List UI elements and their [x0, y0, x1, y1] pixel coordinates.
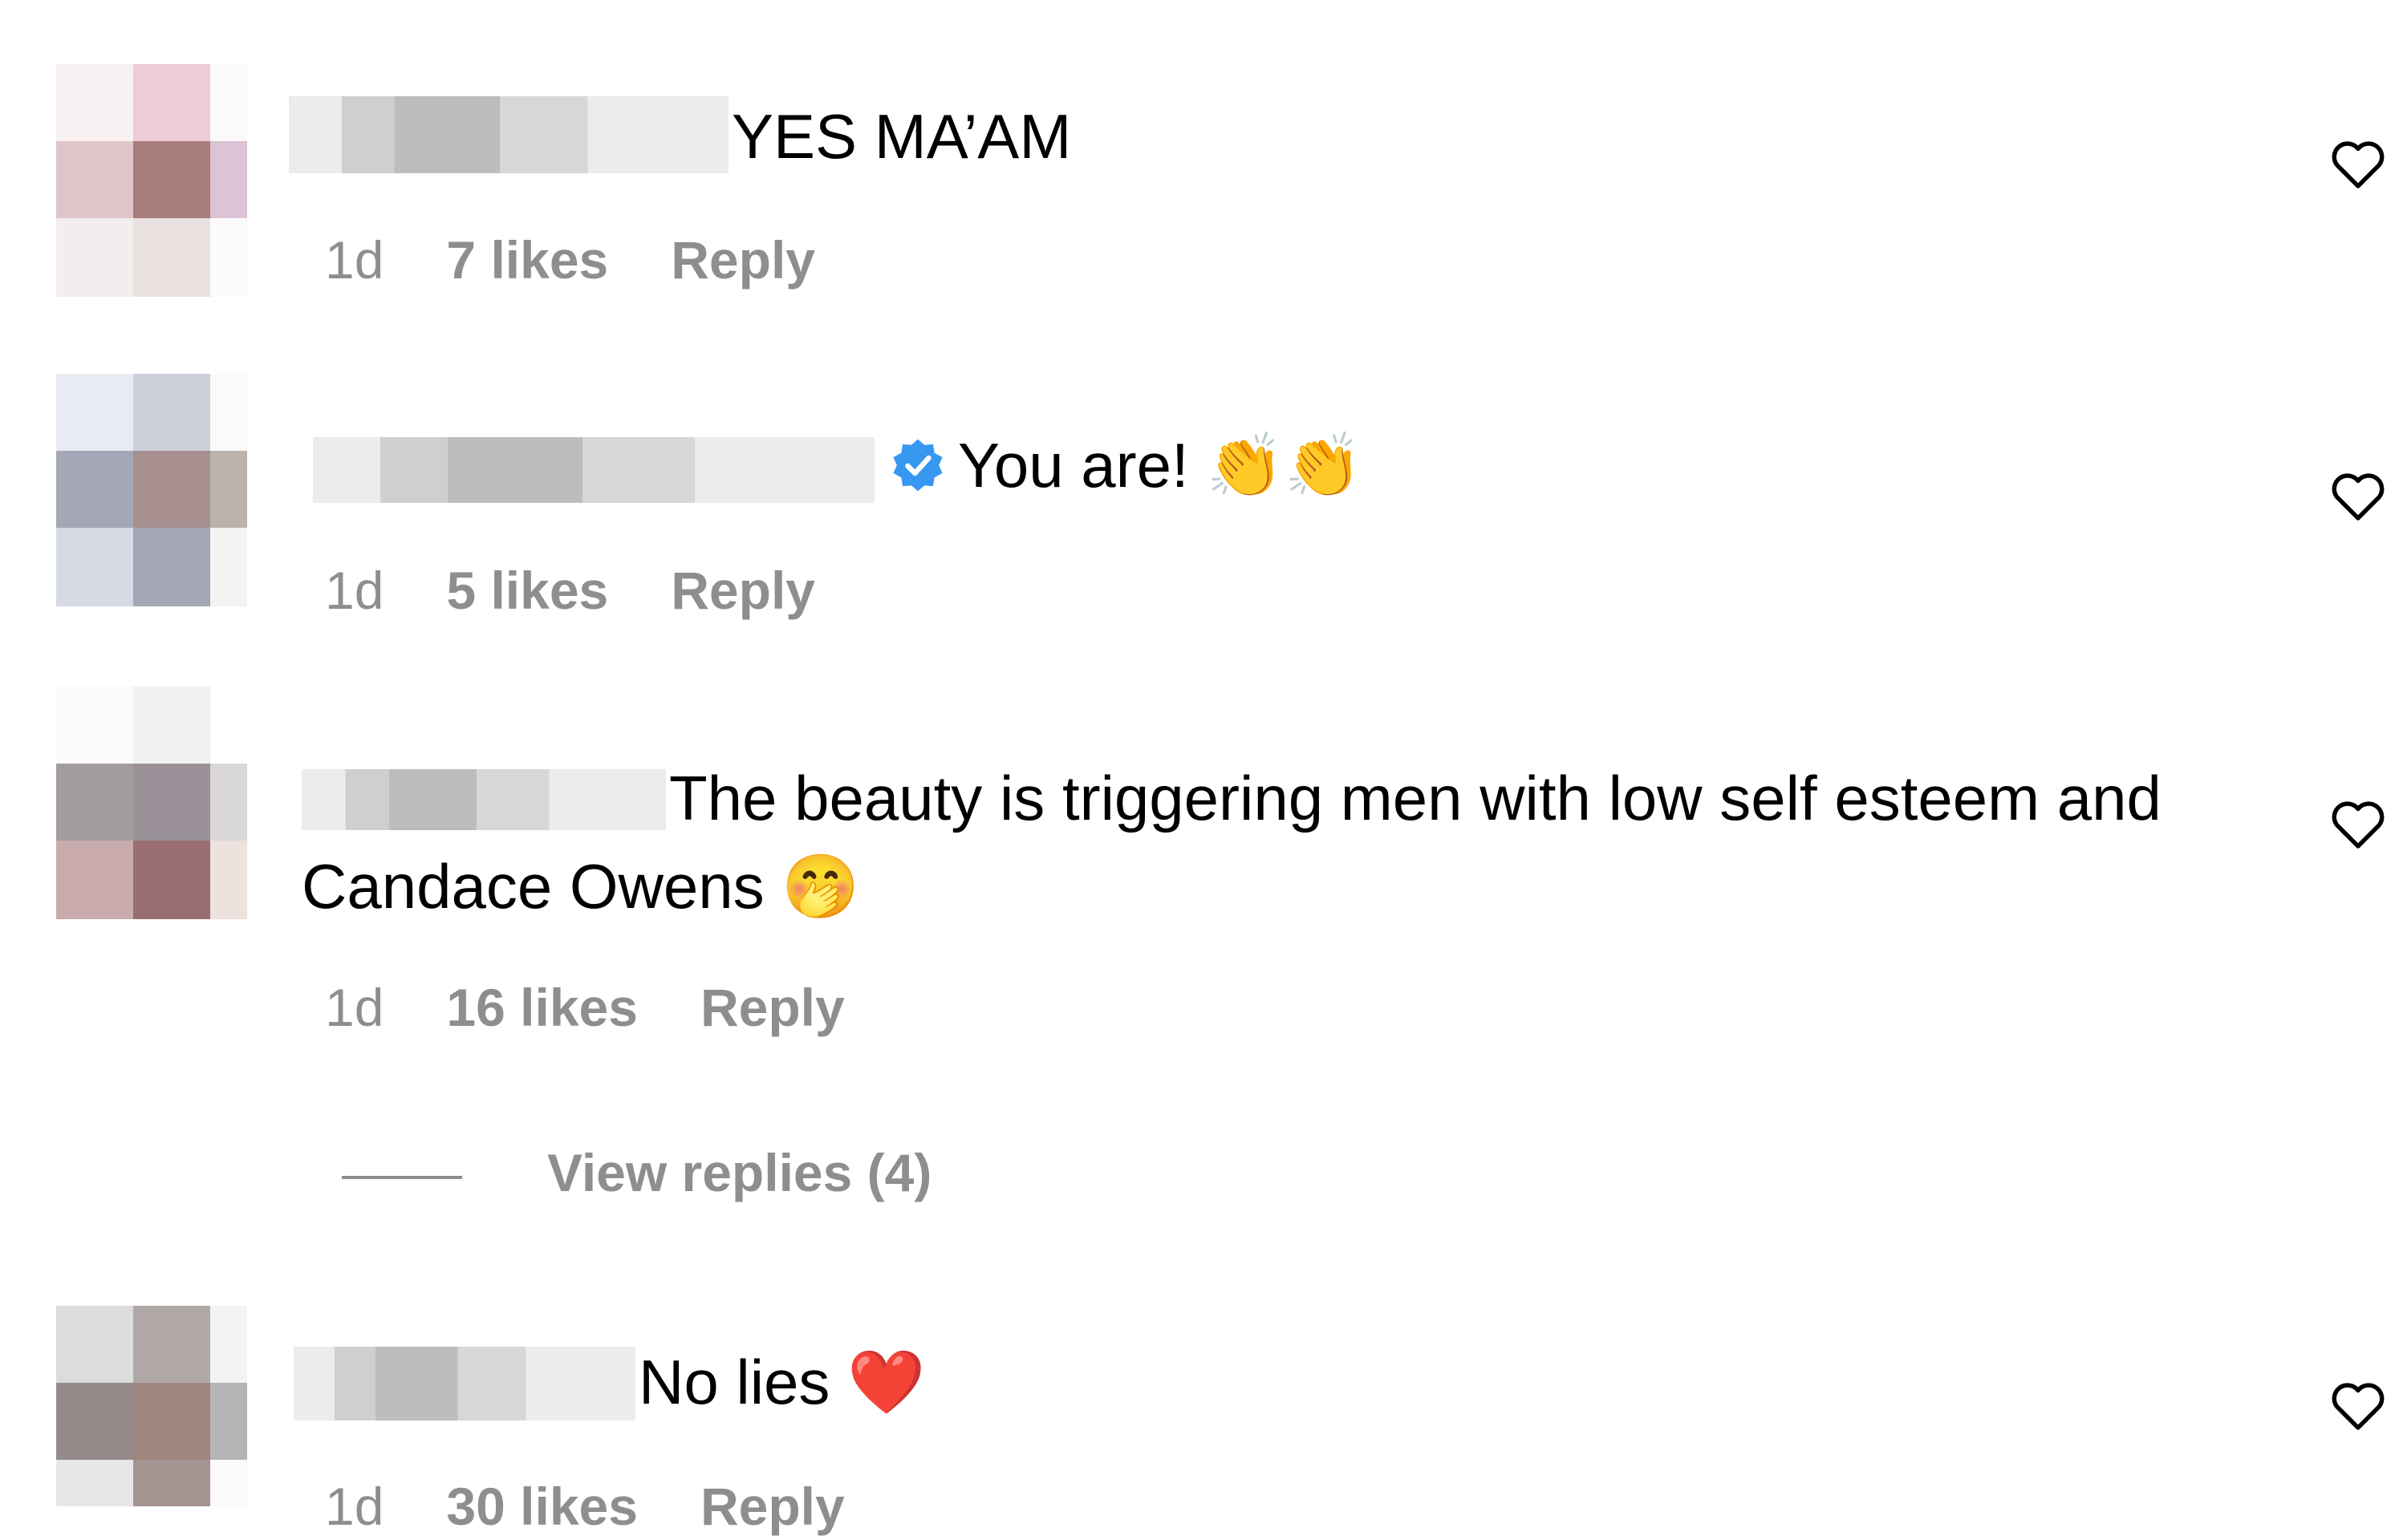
clapping-hands-emoji: 👏👏	[1206, 430, 1362, 501]
reply-button[interactable]: Reply	[671, 561, 815, 620]
avatar-pixel	[133, 64, 210, 141]
avatar-pixel	[56, 451, 133, 528]
reply-button[interactable]: Reply	[671, 230, 815, 290]
comment-body: YES MA’AM	[732, 101, 1072, 172]
hand-over-mouth-emoji: 🤭	[781, 851, 860, 922]
likes-count[interactable]: 30 likes	[446, 1477, 638, 1536]
comment-meta: 1d 7 likes Reply	[325, 228, 815, 292]
comment-time: 1d	[325, 230, 384, 290]
heart-outline-icon[interactable]	[2328, 138, 2388, 191]
likes-count[interactable]: 5 likes	[446, 561, 608, 620]
comment-meta: 1d 5 likes Reply	[325, 558, 815, 622]
red-heart-emoji: ❤️	[847, 1347, 926, 1418]
avatar-pixel	[210, 687, 247, 764]
comment-time: 1d	[325, 1477, 384, 1536]
avatar-pixel	[133, 764, 210, 841]
avatar-pixel	[210, 141, 247, 218]
blurred-username[interactable]	[289, 96, 729, 174]
avatar-pixel	[56, 218, 133, 297]
avatar-pixel	[210, 528, 247, 606]
avatar-pixel	[56, 687, 133, 764]
avatar-pixel	[210, 1460, 247, 1506]
avatar-pixel	[133, 451, 210, 528]
verified-badge-icon	[893, 439, 943, 492]
avatar-pixel	[56, 764, 133, 841]
comment-time: 1d	[325, 978, 384, 1037]
avatar-pixel	[56, 528, 133, 606]
avatar-pixel	[133, 687, 210, 764]
blurred-username[interactable]	[302, 769, 666, 831]
avatar-pixel	[210, 374, 247, 451]
blurred-username[interactable]	[313, 437, 875, 504]
avatar-pixel	[210, 764, 247, 841]
comment-body: No lies	[639, 1347, 830, 1417]
avatar-pixel	[56, 64, 133, 141]
heart-outline-icon[interactable]	[2328, 470, 2388, 523]
comment-body: You are!	[958, 430, 1189, 500]
view-replies-label: View replies (4)	[547, 1143, 932, 1202]
avatar[interactable]	[56, 64, 247, 297]
heart-outline-icon[interactable]	[2328, 1380, 2388, 1433]
heart-outline-icon[interactable]	[2328, 798, 2388, 851]
reply-button[interactable]: Reply	[700, 1477, 845, 1536]
avatar-pixel	[133, 1306, 210, 1383]
avatar[interactable]	[56, 374, 247, 606]
avatar-pixel	[133, 1460, 210, 1506]
reply-button[interactable]: Reply	[700, 978, 845, 1037]
avatar-pixel	[133, 1383, 210, 1460]
avatar-pixel	[133, 218, 210, 297]
avatar-pixel	[210, 64, 247, 141]
likes-count[interactable]: 7 likes	[446, 230, 608, 290]
avatar-pixel	[56, 374, 133, 451]
comment-text: The beauty is triggering men with low se…	[302, 754, 2291, 935]
avatar-pixel	[210, 1306, 247, 1383]
comment-meta: 1d 30 likes Reply	[325, 1474, 845, 1538]
avatar-pixel	[210, 451, 247, 528]
avatar-pixel	[210, 1383, 247, 1460]
comment-text: You are! 👏👏	[313, 421, 2287, 514]
comment-text: No lies ❤️	[294, 1338, 2267, 1431]
avatar[interactable]	[56, 1306, 247, 1506]
replies-divider-line	[342, 1175, 462, 1179]
avatar-pixel	[210, 218, 247, 297]
avatar-pixel	[133, 528, 210, 606]
avatar-pixel	[56, 841, 133, 919]
comment-text: YES MA’AM	[289, 92, 2263, 180]
avatar-pixel	[133, 841, 210, 919]
avatar-pixel	[56, 141, 133, 218]
avatar-pixel	[56, 1306, 133, 1383]
view-replies-button[interactable]: View replies (4)	[342, 1141, 932, 1205]
comment-time: 1d	[325, 561, 384, 620]
comment-meta: 1d 16 likes Reply	[325, 975, 845, 1040]
avatar-pixel	[56, 1383, 133, 1460]
blurred-username[interactable]	[294, 1347, 635, 1421]
avatar-pixel	[133, 141, 210, 218]
avatar-pixel	[133, 374, 210, 451]
avatar-pixel	[210, 841, 247, 919]
avatar-pixel	[56, 1460, 133, 1506]
likes-count[interactable]: 16 likes	[446, 978, 638, 1037]
avatar[interactable]	[56, 687, 247, 919]
